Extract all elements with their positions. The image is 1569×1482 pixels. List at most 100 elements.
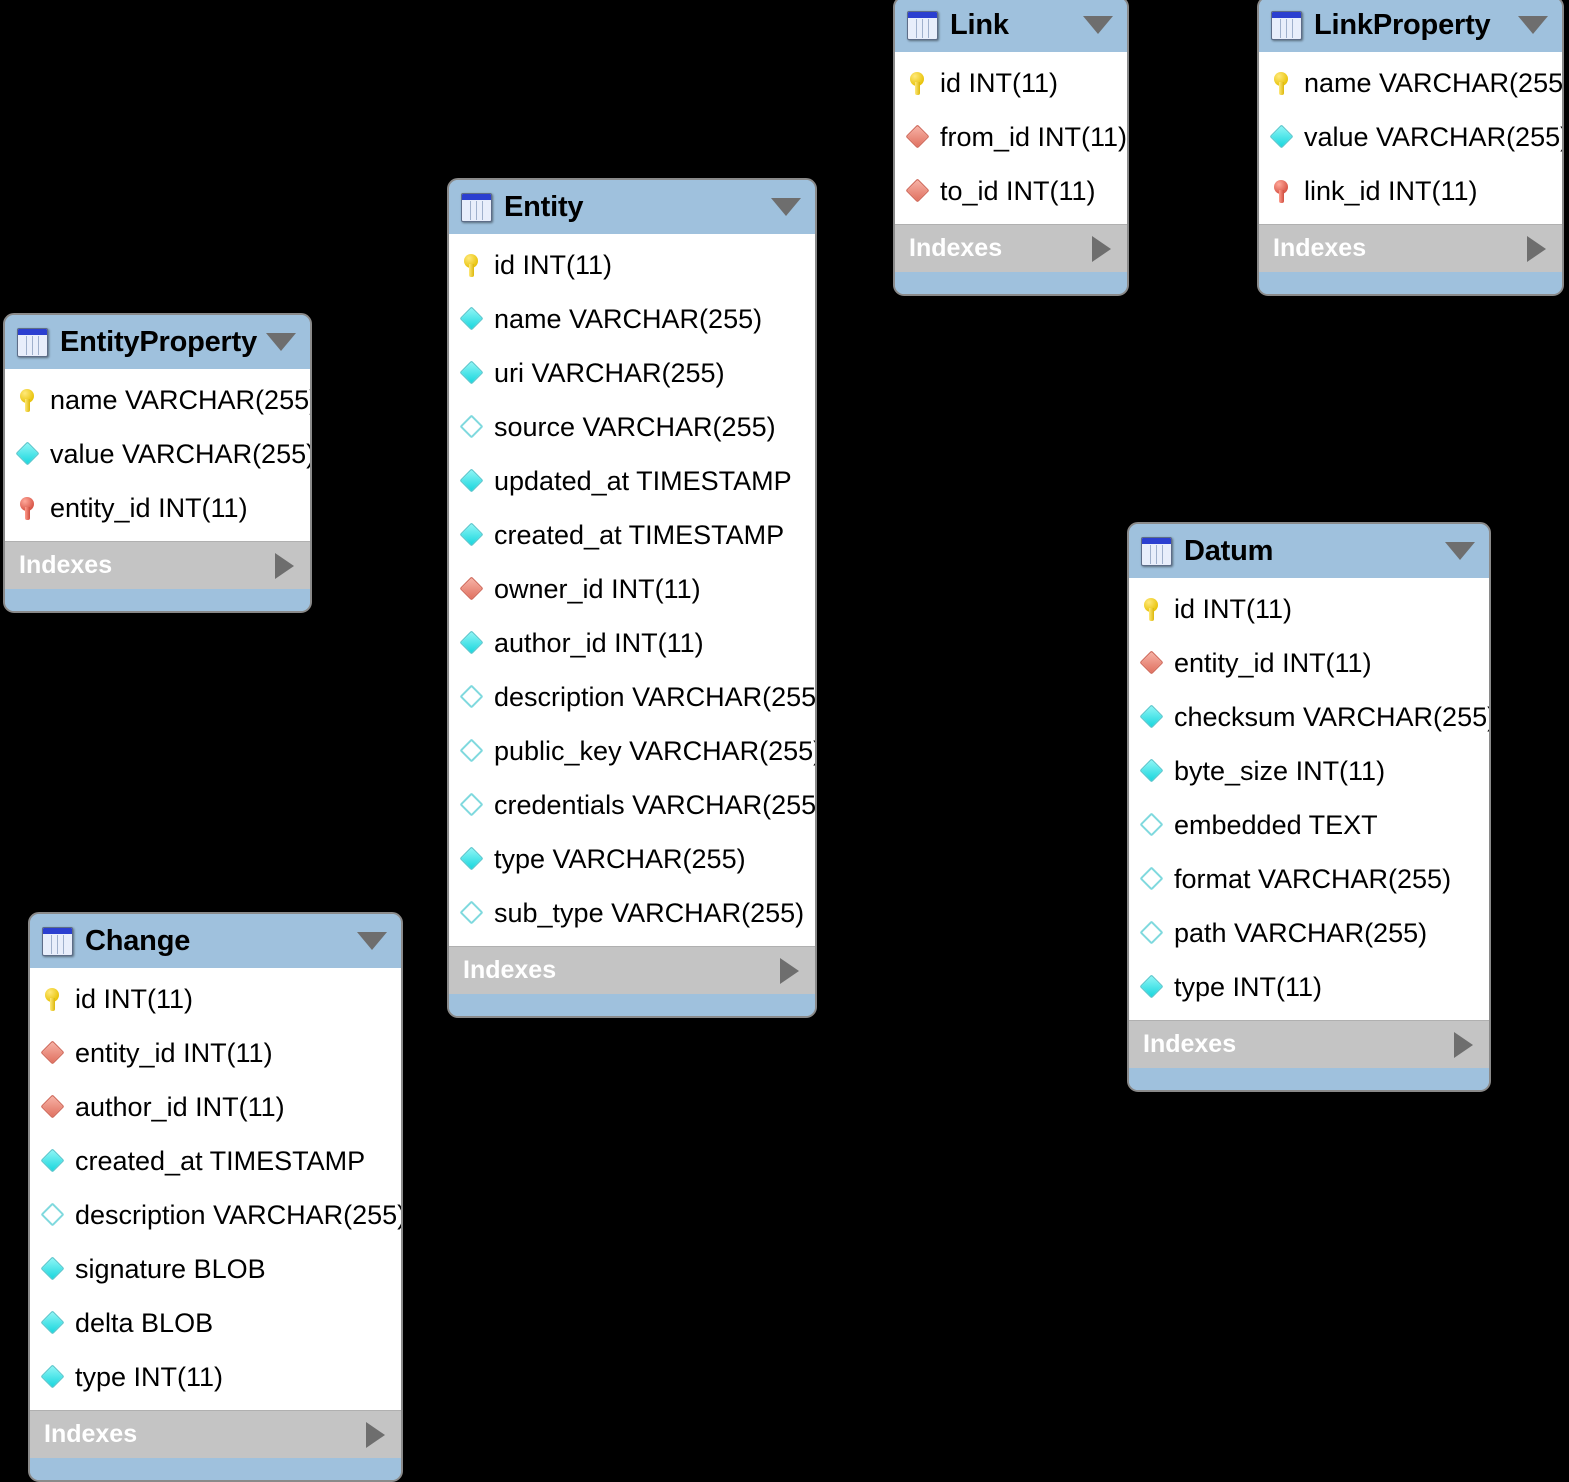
column-row[interactable]: type INT(11) xyxy=(30,1350,401,1404)
column-row[interactable]: credentials VARCHAR(255) xyxy=(449,778,815,832)
column-row[interactable]: entity_id INT(11) xyxy=(30,1026,401,1080)
column-row[interactable]: delta BLOB xyxy=(30,1296,401,1350)
column-row[interactable]: created_at TIMESTAMP xyxy=(449,508,815,562)
column-label: description VARCHAR(255) xyxy=(75,1199,403,1230)
nullable-column-icon xyxy=(459,899,485,927)
column-label: credentials VARCHAR(255) xyxy=(494,789,817,820)
foreign-key-icon xyxy=(1139,649,1165,677)
column-list: id INT(11) from_id INT(11) to_id INT(11) xyxy=(895,52,1127,224)
column-row[interactable]: byte_size INT(11) xyxy=(1129,744,1489,798)
column-label: value VARCHAR(255) xyxy=(1304,121,1564,152)
column-row[interactable]: checksum VARCHAR(255) xyxy=(1129,690,1489,744)
column-row[interactable]: author_id INT(11) xyxy=(30,1080,401,1134)
column-row[interactable]: value VARCHAR(255) xyxy=(1259,110,1562,164)
table-grid-icon xyxy=(461,192,492,222)
foreign-key-icon xyxy=(459,575,485,603)
column-label: owner_id INT(11) xyxy=(494,573,701,604)
chevron-right-icon[interactable] xyxy=(1527,235,1546,262)
column-row[interactable]: entity_id INT(11) xyxy=(1129,636,1489,690)
column-row[interactable]: embedded TEXT xyxy=(1129,798,1489,852)
table-header-entityproperty[interactable]: EntityProperty xyxy=(5,315,310,369)
column-row[interactable]: link_id INT(11) xyxy=(1259,164,1562,218)
column-row[interactable]: id INT(11) xyxy=(449,238,815,292)
primary-key-icon xyxy=(1269,69,1295,97)
column-label: source VARCHAR(255) xyxy=(494,411,776,442)
column-label: name VARCHAR(255) xyxy=(494,303,763,334)
column-row[interactable]: source VARCHAR(255) xyxy=(449,400,815,454)
chevron-down-icon[interactable] xyxy=(1083,16,1113,34)
nullable-column-icon xyxy=(40,1201,66,1229)
table-linkproperty[interactable]: LinkProperty name VARCHAR(255) value VARCH… xyxy=(1257,0,1564,296)
column-row[interactable]: description VARCHAR(255) xyxy=(449,670,815,724)
column-label: entity_id INT(11) xyxy=(75,1037,273,1068)
chevron-right-icon[interactable] xyxy=(1092,235,1111,262)
column-row[interactable]: sub_type VARCHAR(255) xyxy=(449,886,815,940)
primary-foreign-key-icon xyxy=(1269,177,1295,205)
table-entity[interactable]: Entity id INT(11) name VARCHAR(255) uri VAR… xyxy=(447,178,817,1018)
table-header-link[interactable]: Link xyxy=(895,0,1127,52)
chevron-down-icon[interactable] xyxy=(357,932,387,950)
indexes-section-linkproperty[interactable]: Indexes xyxy=(1259,224,1562,272)
column-label: created_at TIMESTAMP xyxy=(494,519,785,550)
indexes-section-datum[interactable]: Indexes xyxy=(1129,1020,1489,1068)
column-row[interactable]: updated_at TIMESTAMP xyxy=(449,454,815,508)
table-entityproperty[interactable]: EntityProperty name VARCHAR(255) value VAR… xyxy=(3,313,312,613)
indexes-label: Indexes xyxy=(1143,1030,1237,1058)
nullable-column-icon xyxy=(459,413,485,441)
not-null-column-icon xyxy=(40,1147,66,1175)
column-row[interactable]: description VARCHAR(255) xyxy=(30,1188,401,1242)
chevron-right-icon[interactable] xyxy=(275,552,294,579)
column-row[interactable]: id INT(11) xyxy=(1129,582,1489,636)
indexes-section-entityproperty[interactable]: Indexes xyxy=(5,541,310,589)
column-row[interactable]: author_id INT(11) xyxy=(449,616,815,670)
chevron-right-icon[interactable] xyxy=(780,957,799,984)
table-header-change[interactable]: Change xyxy=(30,914,401,968)
table-datum[interactable]: Datum id INT(11) entity_id INT(11) checksum… xyxy=(1127,522,1491,1092)
column-row[interactable]: path VARCHAR(255) xyxy=(1129,906,1489,960)
column-row[interactable]: name VARCHAR(255) xyxy=(449,292,815,346)
not-null-column-icon xyxy=(1139,973,1165,1001)
column-row[interactable]: uri VARCHAR(255) xyxy=(449,346,815,400)
chevron-right-icon[interactable] xyxy=(366,1421,385,1448)
chevron-down-icon[interactable] xyxy=(1445,542,1475,560)
column-label: name VARCHAR(255) xyxy=(1304,67,1564,98)
column-row[interactable]: owner_id INT(11) xyxy=(449,562,815,616)
chevron-right-icon[interactable] xyxy=(1454,1031,1473,1058)
foreign-key-icon xyxy=(905,123,931,151)
column-label: checksum VARCHAR(255) xyxy=(1174,701,1491,732)
chevron-down-icon[interactable] xyxy=(1518,16,1548,34)
column-row[interactable]: public_key VARCHAR(255) xyxy=(449,724,815,778)
column-row[interactable]: signature BLOB xyxy=(30,1242,401,1296)
column-row[interactable]: value VARCHAR(255) xyxy=(5,427,310,481)
table-header-entity[interactable]: Entity xyxy=(449,180,815,234)
column-row[interactable]: from_id INT(11) xyxy=(895,110,1127,164)
column-row[interactable]: id INT(11) xyxy=(895,56,1127,110)
indexes-section-link[interactable]: Indexes xyxy=(895,224,1127,272)
column-row[interactable]: to_id INT(11) xyxy=(895,164,1127,218)
table-link[interactable]: Link id INT(11) from_id INT(11) to_id INT(1… xyxy=(893,0,1129,296)
chevron-down-icon[interactable] xyxy=(771,198,801,216)
column-label: from_id INT(11) xyxy=(940,121,1128,152)
table-header-datum[interactable]: Datum xyxy=(1129,524,1489,578)
column-row[interactable]: id INT(11) xyxy=(30,972,401,1026)
indexes-section-entity[interactable]: Indexes xyxy=(449,946,815,994)
table-grid-icon xyxy=(1141,536,1172,566)
chevron-down-icon[interactable] xyxy=(266,333,296,351)
column-row[interactable]: name VARCHAR(255) xyxy=(1259,56,1562,110)
column-label: entity_id INT(11) xyxy=(50,492,248,523)
column-row[interactable]: created_at TIMESTAMP xyxy=(30,1134,401,1188)
column-label: format VARCHAR(255) xyxy=(1174,863,1452,894)
column-row[interactable]: type VARCHAR(255) xyxy=(449,832,815,886)
foreign-key-icon xyxy=(905,177,931,205)
table-change[interactable]: Change id INT(11) entity_id INT(11) author_… xyxy=(28,912,403,1482)
indexes-section-change[interactable]: Indexes xyxy=(30,1410,401,1458)
column-row[interactable]: type INT(11) xyxy=(1129,960,1489,1014)
column-row[interactable]: format VARCHAR(255) xyxy=(1129,852,1489,906)
indexes-label: Indexes xyxy=(19,551,113,579)
diagram-canvas[interactable]: EntityProperty name VARCHAR(255) value VAR… xyxy=(0,0,1569,1482)
column-row[interactable]: name VARCHAR(255) xyxy=(5,373,310,427)
table-header-linkproperty[interactable]: LinkProperty xyxy=(1259,0,1562,52)
column-label: to_id INT(11) xyxy=(940,175,1096,206)
primary-key-icon xyxy=(15,386,41,414)
column-row[interactable]: entity_id INT(11) xyxy=(5,481,310,535)
